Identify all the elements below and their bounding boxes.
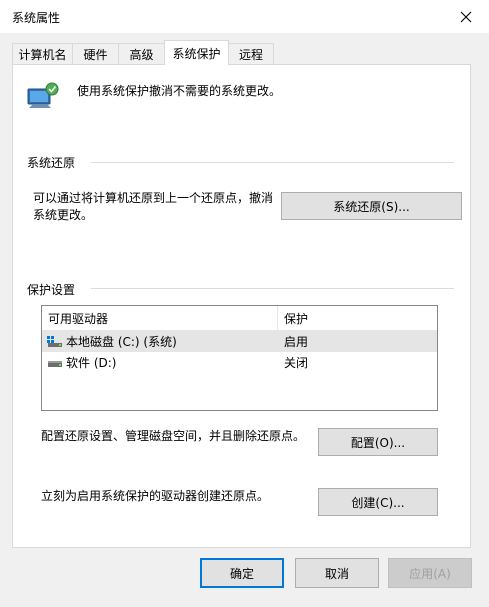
apply-button[interactable]: 应用(A) bbox=[388, 558, 472, 588]
system-properties-window: 系统属性 计算机名 硬件 高级 系统保护 远程 使用系统保护撤消不需要的系统更改… bbox=[0, 0, 489, 607]
restore-section-divider bbox=[91, 162, 454, 163]
system-protection-icon bbox=[25, 81, 61, 113]
tab-computer-name[interactable]: 计算机名 bbox=[12, 43, 73, 64]
drive-name: 软件 (D:) bbox=[66, 356, 117, 370]
configure-button[interactable]: 配置(O)... bbox=[318, 428, 438, 456]
drive-icon bbox=[47, 352, 63, 373]
tab-advanced[interactable]: 高级 bbox=[118, 43, 165, 64]
protection-section-title: 保护设置 bbox=[27, 283, 76, 297]
drive-protection-status: 启用 bbox=[284, 335, 309, 349]
system-restore-button[interactable]: 系统还原(S)... bbox=[281, 192, 462, 220]
configure-description: 配置还原设置、管理磁盘空间，并且删除还原点。 bbox=[41, 429, 306, 443]
tab-system-protection[interactable]: 系统保护 bbox=[164, 40, 229, 65]
table-row[interactable]: 软件 (D:) 关闭 bbox=[42, 352, 437, 373]
tab-remote[interactable]: 远程 bbox=[228, 43, 274, 64]
drive-protection-status: 关闭 bbox=[284, 356, 309, 370]
window-title: 系统属性 bbox=[12, 11, 61, 25]
drive-name: 本地磁盘 (C:) (系统) bbox=[66, 335, 177, 349]
title-bar: 系统属性 bbox=[0, 0, 489, 33]
close-icon bbox=[460, 11, 472, 22]
drives-list[interactable]: 可用驱动器 保护 本地磁盘 (C:) (系统) 启用 软件 (D:) 关闭 bbox=[41, 305, 438, 411]
list-header: 可用驱动器 保护 bbox=[42, 306, 437, 331]
protection-section-divider bbox=[91, 288, 454, 289]
restore-description: 可以通过将计算机还原到上一个还原点，撤消系统更改。 bbox=[33, 191, 274, 222]
column-protection[interactable]: 保护 bbox=[278, 306, 435, 330]
create-button[interactable]: 创建(C)... bbox=[318, 488, 438, 516]
create-description: 立刻为启用系统保护的驱动器创建还原点。 bbox=[41, 489, 270, 503]
column-available-drives[interactable]: 可用驱动器 bbox=[42, 306, 278, 330]
restore-section-title: 系统还原 bbox=[27, 156, 76, 170]
ok-button[interactable]: 确定 bbox=[200, 558, 284, 588]
intro-text: 使用系统保护撤消不需要的系统更改。 bbox=[77, 84, 282, 98]
tab-panel: 使用系统保护撤消不需要的系统更改。 系统还原 可以通过将计算机还原到上一个还原点… bbox=[12, 64, 471, 548]
tab-hardware[interactable]: 硬件 bbox=[72, 43, 119, 64]
table-row[interactable]: 本地磁盘 (C:) (系统) 启用 bbox=[42, 331, 437, 352]
cancel-button[interactable]: 取消 bbox=[295, 558, 379, 588]
system-drive-icon bbox=[47, 331, 63, 352]
close-button[interactable] bbox=[443, 0, 489, 33]
